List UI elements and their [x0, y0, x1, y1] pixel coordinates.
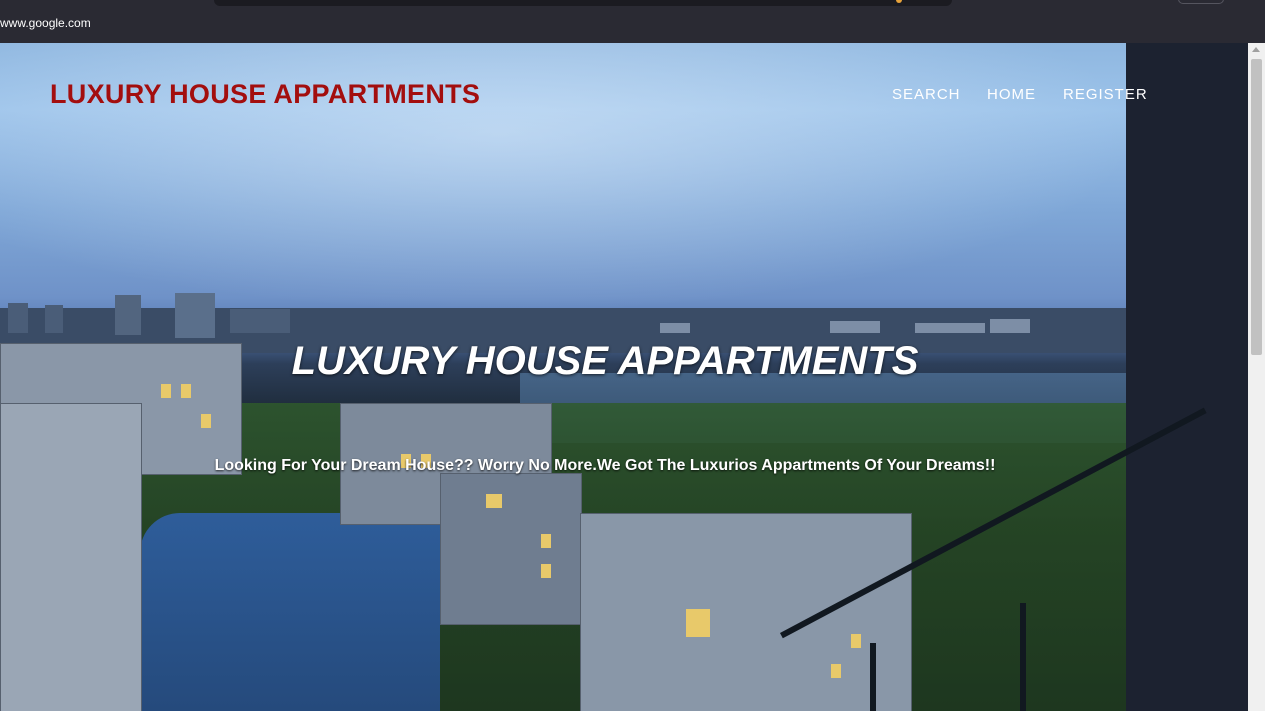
browser-menu-button[interactable] [1178, 0, 1224, 4]
status-url: www.google.com [0, 16, 91, 30]
nav-search[interactable]: SEARCH [892, 86, 961, 103]
apartment-building [580, 513, 912, 711]
scroll-up-arrow-icon[interactable] [1252, 47, 1260, 52]
balcony-railing [870, 643, 876, 711]
brand-logo[interactable]: LUXURY HOUSE APPARTMENTS [50, 79, 480, 110]
address-bar[interactable] [214, 0, 952, 6]
hero-title: LUXURY HOUSE APPARTMENTS [291, 339, 919, 383]
pool-image [140, 513, 440, 711]
hero-section: LUXURY HOUSE APPARTMENTS SEARCH HOME REG… [0, 43, 1248, 711]
scroll-thumb[interactable] [1251, 59, 1262, 355]
browser-chrome: www.google.com [0, 0, 1265, 43]
nav-home[interactable]: HOME [987, 86, 1036, 103]
nav-register[interactable]: REGISTER [1063, 86, 1148, 103]
vertical-scrollbar[interactable] [1248, 43, 1265, 711]
balcony-railing [1020, 603, 1026, 711]
apartment-building [0, 403, 142, 711]
hero-subtitle: Looking For Your Dream House?? Worry No … [214, 457, 996, 474]
apartment-building [440, 473, 582, 625]
